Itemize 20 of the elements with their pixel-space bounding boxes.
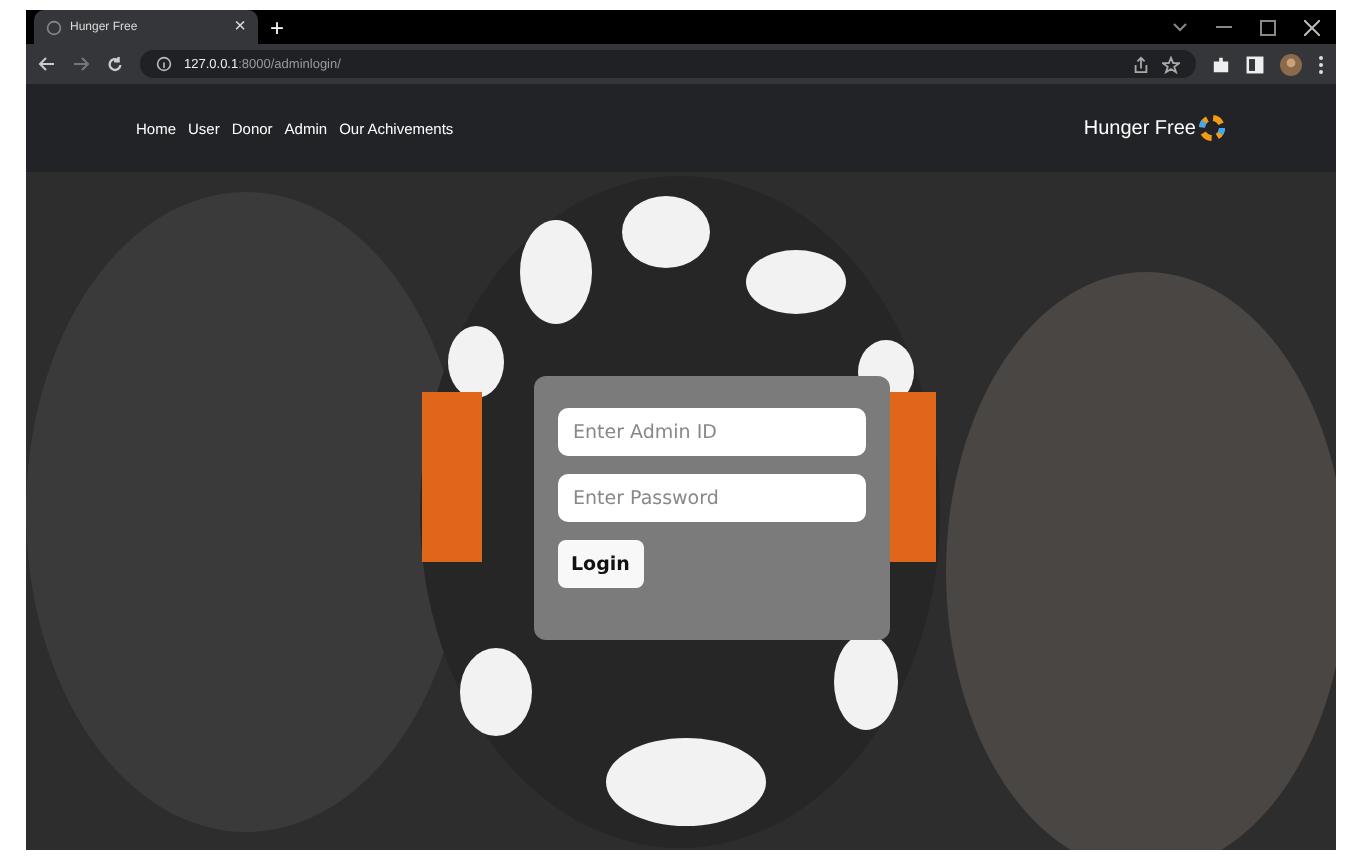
reload-icon[interactable] [106,55,124,73]
share-icon[interactable] [1132,55,1150,73]
chevron-down-icon[interactable] [1172,21,1188,33]
sidebar-icon[interactable] [1246,55,1264,73]
input-field[interactable]: Enter Admin ID [557,408,865,456]
close-icon[interactable] [1304,19,1320,35]
logo-icon [1198,112,1226,144]
back-icon[interactable] [38,56,56,72]
new-tab-button[interactable]: + [270,15,285,39]
star-icon[interactable] [1162,55,1180,73]
brand-name[interactable]: Hunger Free [1083,117,1196,139]
close-tab-button[interactable]: × [234,17,246,37]
forward-icon[interactable] [72,56,90,72]
minimize-icon[interactable] [1216,25,1232,29]
restore-icon[interactable] [1260,19,1276,35]
avatar-icon[interactable] [1280,53,1302,75]
input-field[interactable]: Enter Password [557,474,865,522]
info-icon [156,56,172,72]
menu-icon[interactable] [1318,55,1324,73]
login-button[interactable]: Login [557,540,644,588]
